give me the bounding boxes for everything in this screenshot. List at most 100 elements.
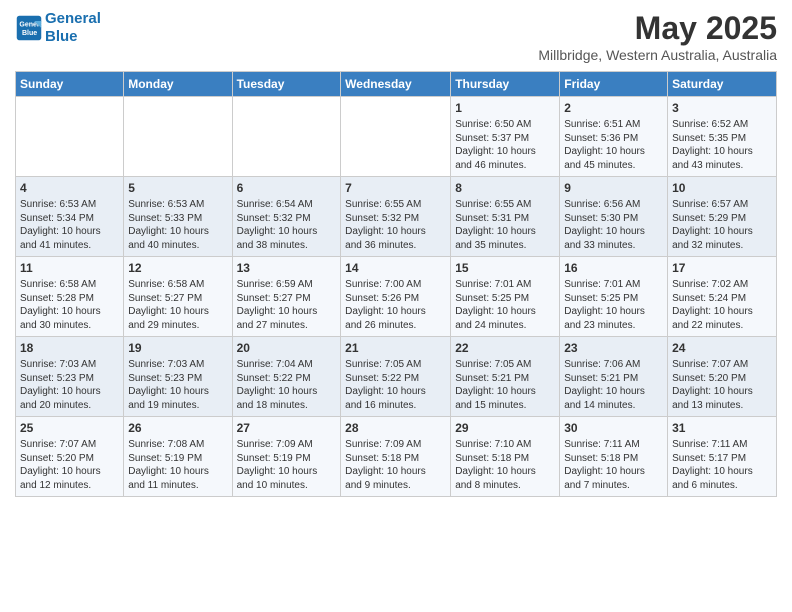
- day-number: 11: [20, 260, 119, 276]
- day-info: Sunrise: 7:02 AM Sunset: 5:24 PM Dayligh…: [672, 278, 772, 332]
- calendar-cell: 27Sunrise: 7:09 AM Sunset: 5:19 PM Dayli…: [232, 417, 341, 497]
- day-number: 1: [455, 100, 555, 116]
- day-number: 17: [672, 260, 772, 276]
- day-info: Sunrise: 6:57 AM Sunset: 5:29 PM Dayligh…: [672, 198, 772, 252]
- calendar-cell: 13 Sunrise: 6:59 AM Sunset: 5:27 PM Dayli…: [232, 257, 341, 337]
- day-header-friday: Friday: [560, 72, 668, 97]
- month-title: May 2025: [538, 10, 777, 47]
- day-header-sunday: Sunday: [16, 72, 124, 97]
- day-header-tuesday: Tuesday: [232, 72, 341, 97]
- day-number: 19: [128, 340, 227, 356]
- calendar-cell: 10 Sunrise: 6:57 AM Sunset: 5:29 PM Dayli…: [668, 177, 777, 257]
- logo-text: General Blue: [45, 10, 101, 46]
- calendar-cell: [124, 97, 232, 177]
- day-info: Sunrise: 6:55 AM Sunset: 5:32 PM Dayligh…: [345, 198, 446, 252]
- day-header-thursday: Thursday: [451, 72, 560, 97]
- day-number: 3: [672, 100, 772, 116]
- day-info: Sunrise: 7:01 AM Sunset: 5:25 PM Dayligh…: [564, 278, 663, 332]
- day-info: Sunrise: 6:50 AM Sunset: 5:37 PM Dayligh…: [455, 118, 555, 172]
- calendar-cell: 18Sunrise: 7:03 AM Sunset: 5:23 PM Dayli…: [16, 337, 124, 417]
- calendar-cell: 1 Sunrise: 6:50 AM Sunset: 5:37 PM Daylig…: [451, 97, 560, 177]
- calendar-week-row: 11 Sunrise: 6:58 AM Sunset: 5:28 PM Dayli…: [16, 257, 777, 337]
- day-number: 20: [237, 340, 337, 356]
- calendar-cell: 15 Sunrise: 7:01 AM Sunset: 5:25 PM Dayli…: [451, 257, 560, 337]
- calendar-cell: 9 Sunrise: 6:56 AM Sunset: 5:30 PM Daylig…: [560, 177, 668, 257]
- day-number: 9: [564, 180, 663, 196]
- calendar-cell: 21 Sunrise: 7:05 AM Sunset: 5:22 PM Dayli…: [341, 337, 451, 417]
- calendar-cell: 30 Sunrise: 7:11 AM Sunset: 5:18 PM Dayli…: [560, 417, 668, 497]
- day-number: 15: [455, 260, 555, 276]
- day-info: Sunrise: 7:11 AM Sunset: 5:18 PM Dayligh…: [564, 438, 663, 492]
- day-number: 2: [564, 100, 663, 116]
- calendar-cell: [341, 97, 451, 177]
- day-info: Sunrise: 7:08 AM Sunset: 5:19 PM Dayligh…: [128, 438, 227, 492]
- calendar-table: SundayMondayTuesdayWednesdayThursdayFrid…: [15, 71, 777, 497]
- calendar-cell: 25 Sunrise: 7:07 AM Sunset: 5:20 PM Dayli…: [16, 417, 124, 497]
- day-number: 4: [20, 180, 119, 196]
- calendar-cell: 5Sunrise: 6:53 AM Sunset: 5:33 PM Daylig…: [124, 177, 232, 257]
- calendar-week-row: 18Sunrise: 7:03 AM Sunset: 5:23 PM Dayli…: [16, 337, 777, 417]
- calendar-week-row: 4 Sunrise: 6:53 AM Sunset: 5:34 PM Daylig…: [16, 177, 777, 257]
- calendar-cell: 16 Sunrise: 7:01 AM Sunset: 5:25 PM Dayli…: [560, 257, 668, 337]
- calendar-cell: 26Sunrise: 7:08 AM Sunset: 5:19 PM Dayli…: [124, 417, 232, 497]
- day-info: Sunrise: 7:03 AM Sunset: 5:23 PM Dayligh…: [128, 358, 227, 412]
- calendar-cell: 12Sunrise: 6:58 AM Sunset: 5:27 PM Dayli…: [124, 257, 232, 337]
- day-number: 16: [564, 260, 663, 276]
- day-number: 12: [128, 260, 227, 276]
- calendar-cell: 22 Sunrise: 7:05 AM Sunset: 5:21 PM Dayli…: [451, 337, 560, 417]
- day-info: Sunrise: 7:03 AM Sunset: 5:23 PM Dayligh…: [20, 358, 119, 412]
- calendar-cell: 8 Sunrise: 6:55 AM Sunset: 5:31 PM Daylig…: [451, 177, 560, 257]
- day-number: 22: [455, 340, 555, 356]
- day-header-monday: Monday: [124, 72, 232, 97]
- svg-text:Blue: Blue: [22, 30, 37, 37]
- day-info: Sunrise: 6:53 AM Sunset: 5:33 PM Dayligh…: [128, 198, 227, 252]
- day-number: 29: [455, 420, 555, 436]
- day-info: Sunrise: 6:52 AM Sunset: 5:35 PM Dayligh…: [672, 118, 772, 172]
- day-info: Sunrise: 6:56 AM Sunset: 5:30 PM Dayligh…: [564, 198, 663, 252]
- calendar-week-row: 1 Sunrise: 6:50 AM Sunset: 5:37 PM Daylig…: [16, 97, 777, 177]
- calendar-cell: [232, 97, 341, 177]
- day-info: Sunrise: 7:05 AM Sunset: 5:21 PM Dayligh…: [455, 358, 555, 412]
- logo-icon: General Blue: [15, 14, 43, 42]
- day-info: Sunrise: 7:01 AM Sunset: 5:25 PM Dayligh…: [455, 278, 555, 332]
- day-info: Sunrise: 6:54 AM Sunset: 5:32 PM Dayligh…: [237, 198, 337, 252]
- day-number: 24: [672, 340, 772, 356]
- day-number: 30: [564, 420, 663, 436]
- day-info: Sunrise: 7:06 AM Sunset: 5:21 PM Dayligh…: [564, 358, 663, 412]
- calendar-cell: 4 Sunrise: 6:53 AM Sunset: 5:34 PM Daylig…: [16, 177, 124, 257]
- day-number: 8: [455, 180, 555, 196]
- day-info: Sunrise: 7:04 AM Sunset: 5:22 PM Dayligh…: [237, 358, 337, 412]
- day-info: Sunrise: 7:05 AM Sunset: 5:22 PM Dayligh…: [345, 358, 446, 412]
- day-info: Sunrise: 6:58 AM Sunset: 5:28 PM Dayligh…: [20, 278, 119, 332]
- day-number: 10: [672, 180, 772, 196]
- calendar-cell: 11 Sunrise: 6:58 AM Sunset: 5:28 PM Dayli…: [16, 257, 124, 337]
- day-info: Sunrise: 6:55 AM Sunset: 5:31 PM Dayligh…: [455, 198, 555, 252]
- calendar-cell: 7Sunrise: 6:55 AM Sunset: 5:32 PM Daylig…: [341, 177, 451, 257]
- day-number: 25: [20, 420, 119, 436]
- day-info: Sunrise: 7:07 AM Sunset: 5:20 PM Dayligh…: [672, 358, 772, 412]
- day-info: Sunrise: 7:07 AM Sunset: 5:20 PM Dayligh…: [20, 438, 119, 492]
- day-number: 6: [237, 180, 337, 196]
- calendar-body: 1 Sunrise: 6:50 AM Sunset: 5:37 PM Daylig…: [16, 97, 777, 497]
- day-info: Sunrise: 6:53 AM Sunset: 5:34 PM Dayligh…: [20, 198, 119, 252]
- calendar-cell: 19 Sunrise: 7:03 AM Sunset: 5:23 PM Dayli…: [124, 337, 232, 417]
- day-number: 13: [237, 260, 337, 276]
- day-header-wednesday: Wednesday: [341, 72, 451, 97]
- day-number: 21: [345, 340, 446, 356]
- calendar-cell: 31Sunrise: 7:11 AM Sunset: 5:17 PM Dayli…: [668, 417, 777, 497]
- calendar-header-row: SundayMondayTuesdayWednesdayThursdayFrid…: [16, 72, 777, 97]
- day-info: Sunrise: 7:00 AM Sunset: 5:26 PM Dayligh…: [345, 278, 446, 332]
- title-area: May 2025 Millbridge, Western Australia, …: [538, 10, 777, 63]
- day-info: Sunrise: 6:51 AM Sunset: 5:36 PM Dayligh…: [564, 118, 663, 172]
- calendar-cell: 24 Sunrise: 7:07 AM Sunset: 5:20 PM Dayli…: [668, 337, 777, 417]
- location-subtitle: Millbridge, Western Australia, Australia: [538, 47, 777, 63]
- logo: General Blue General Blue: [15, 10, 101, 46]
- day-info: Sunrise: 6:59 AM Sunset: 5:27 PM Dayligh…: [237, 278, 337, 332]
- day-number: 23: [564, 340, 663, 356]
- calendar-cell: 28Sunrise: 7:09 AM Sunset: 5:18 PM Dayli…: [341, 417, 451, 497]
- header: General Blue General Blue May 2025 Millb…: [15, 10, 777, 63]
- day-info: Sunrise: 7:09 AM Sunset: 5:18 PM Dayligh…: [345, 438, 446, 492]
- day-header-saturday: Saturday: [668, 72, 777, 97]
- calendar-week-row: 25 Sunrise: 7:07 AM Sunset: 5:20 PM Dayli…: [16, 417, 777, 497]
- day-number: 14: [345, 260, 446, 276]
